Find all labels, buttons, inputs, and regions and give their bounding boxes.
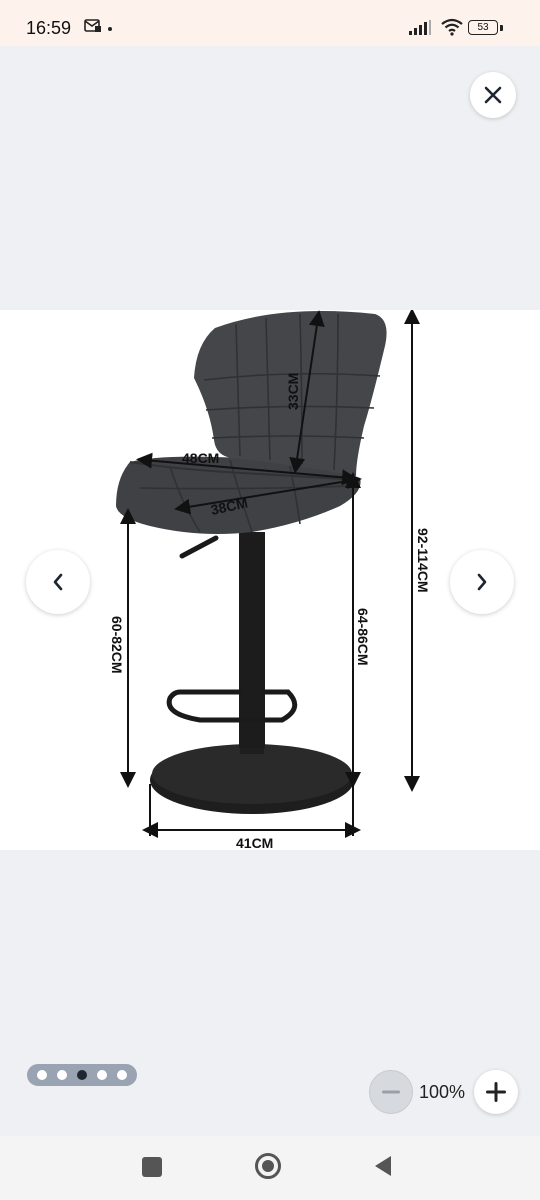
home-icon-inner	[262, 1160, 274, 1172]
label-base-diameter: 41CM	[236, 835, 273, 850]
close-icon	[484, 86, 502, 104]
next-image-button[interactable]	[450, 550, 514, 614]
zoom-out-button[interactable]	[369, 1070, 413, 1114]
slide-dot-2[interactable]	[57, 1070, 67, 1080]
previous-image-button[interactable]	[26, 550, 90, 614]
label-total-height: 92-114CM	[415, 528, 431, 593]
battery-icon: 53	[468, 20, 498, 35]
plus-icon	[486, 1082, 506, 1102]
battery-tip	[500, 25, 503, 31]
zoom-level: 100%	[419, 1082, 466, 1102]
zoom-in-button[interactable]	[474, 1070, 518, 1114]
label-seat-height-back: 64-86CM	[355, 608, 371, 666]
slide-indicator	[27, 1064, 137, 1086]
home-icon[interactable]	[255, 1153, 281, 1179]
wifi-icon	[440, 18, 464, 41]
battery-level: 53	[477, 22, 489, 33]
slide-dot-5[interactable]	[117, 1070, 127, 1080]
recents-icon[interactable]	[142, 1157, 162, 1177]
slide-dot-4[interactable]	[97, 1070, 107, 1080]
label-seat-height-front: 60-82CM	[109, 616, 125, 674]
label-backrest-height: 33CM	[285, 373, 301, 410]
back-icon[interactable]	[373, 1155, 393, 1182]
slide-dot-1[interactable]	[37, 1070, 47, 1080]
notification-dot	[108, 27, 112, 31]
stool-column	[239, 532, 265, 748]
status-bar: 16:59 53	[0, 0, 540, 46]
signal-icon	[408, 20, 432, 41]
stool-footrest	[166, 689, 298, 723]
message-icon	[84, 19, 102, 38]
slide-dot-3-active[interactable]	[77, 1070, 87, 1080]
status-time: 16:59	[26, 18, 72, 38]
chevron-left-icon	[53, 573, 63, 591]
close-button[interactable]	[470, 72, 516, 118]
minus-icon	[382, 1090, 400, 1094]
label-seat-width: 48CM	[182, 450, 219, 466]
chevron-right-icon	[477, 573, 487, 591]
